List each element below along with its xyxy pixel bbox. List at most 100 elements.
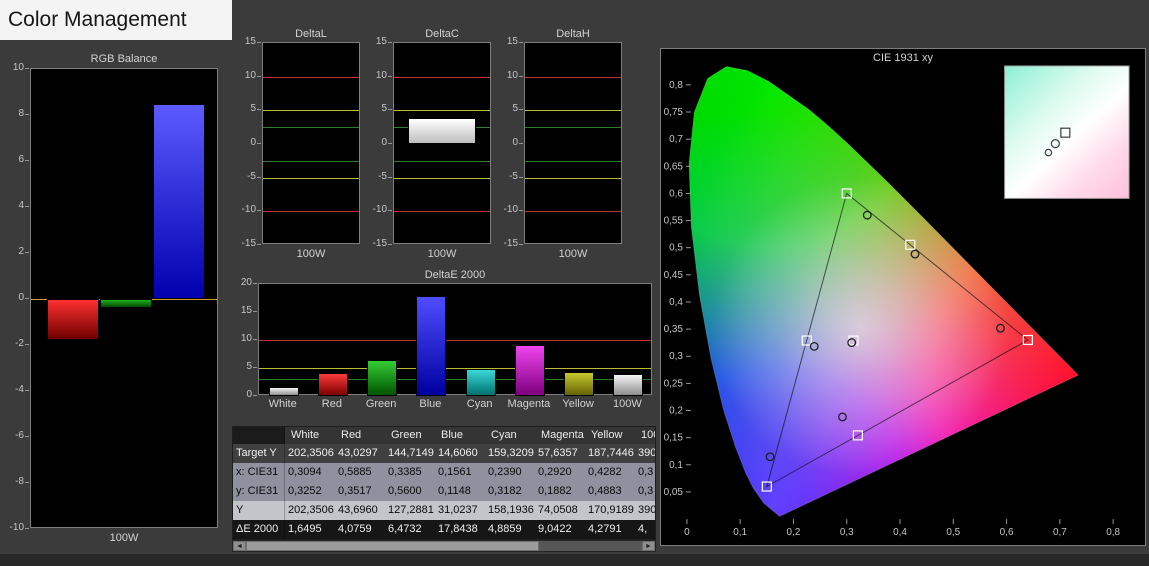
deltae-x-label-white: White <box>268 398 297 410</box>
delta-y-tick-dash <box>519 75 523 77</box>
scrollbar-track[interactable] <box>246 541 642 551</box>
cie-diagram-panel: CIE 1931 xy 0 0,1 0,2 0,3 0,4 0,5 0,6 0,… <box>660 48 1146 546</box>
table-cell[interactable]: 0,3252 <box>285 482 335 501</box>
table-cell[interactable]: 170,9189 <box>585 501 635 520</box>
deltae-bar-yellow <box>564 372 594 396</box>
column-header: 100W <box>641 429 655 441</box>
table-cell[interactable]: 4,2791 <box>585 520 635 539</box>
table-cell[interactable]: 0,4282 <box>585 463 635 482</box>
table-cell[interactable]: 74,0508 <box>535 501 585 520</box>
measurements-table: White Red Green Blue Cyan Magenta Yellow 100W Ta… <box>232 426 656 540</box>
delta-y-tick-label: 0 <box>512 137 518 148</box>
table-cell[interactable]: 4,0759 <box>335 520 385 539</box>
delta-y-tick-label: 5 <box>250 103 256 115</box>
table-cell[interactable]: 0,3 <box>635 463 655 482</box>
table-cell[interactable]: 0,4883 <box>585 482 635 501</box>
rgb-y-tick-label: 0 <box>18 292 24 303</box>
table-cell[interactable]: 4,8859 <box>485 520 535 539</box>
scrollbar-thumb[interactable] <box>246 541 540 551</box>
color-management-window: Color Management RGB Balance 100W DeltaL… <box>0 0 1149 566</box>
table-cell[interactable]: 0,5885 <box>335 463 385 482</box>
deltah-x-label: 100W <box>558 248 588 260</box>
deltae-x-label-red: Red <box>321 398 342 410</box>
delta-y-tick-dash <box>257 109 261 111</box>
table-cell[interactable]: 17,8438 <box>435 520 485 539</box>
cie-y-tick-label: 0,5 <box>669 243 683 254</box>
rgb-y-tick-dash <box>25 436 29 437</box>
table-cell[interactable]: 202,3506 <box>285 444 335 463</box>
table-cell[interactable]: 0,5600 <box>385 482 435 501</box>
rgb-y-tick-dash <box>25 160 29 161</box>
deltae-y-tick-dash <box>253 311 257 312</box>
cie-y-tick-label: 0,2 <box>669 406 683 417</box>
table-cell[interactable]: 0,1148 <box>435 482 485 501</box>
rgb-y-tick-label: 8 <box>18 108 24 119</box>
delta-y-tick-label: 15 <box>506 36 518 47</box>
reference-line--5 <box>525 177 621 179</box>
deltah-plot <box>524 42 622 244</box>
table-cell[interactable]: 0,3182 <box>485 482 535 501</box>
cie-y-tick-label: 0,6 <box>669 188 683 199</box>
table-cell[interactable]: 159,3209 <box>485 444 535 463</box>
reference-line-5 <box>263 110 359 112</box>
delta-y-tick-dash <box>519 244 523 245</box>
table-cell[interactable]: 202,3506 <box>285 501 335 520</box>
table-cell[interactable]: 6,4732 <box>385 520 435 539</box>
table-cell[interactable]: 0,3094 <box>285 463 335 482</box>
table-cell[interactable]: 0,1561 <box>435 463 485 482</box>
deltae-y-tick-label: 15 <box>240 305 252 316</box>
delta-y-tick-dash <box>519 109 523 111</box>
row-label: Y <box>233 501 285 520</box>
delta-y-tick-label: -15 <box>241 238 256 249</box>
column-header: Magenta <box>541 429 584 441</box>
reference-line-2.5 <box>263 127 359 129</box>
table-cell[interactable]: 0,3 <box>635 482 655 501</box>
delta-y-tick-label: -10 <box>503 204 518 216</box>
table-cell[interactable]: 43,0297 <box>335 444 385 463</box>
table-cell[interactable]: 0,2920 <box>535 463 585 482</box>
delta-y-tick-dash <box>257 244 261 245</box>
table-row[interactable]: Target Y 202,3506 43,0297 144,7149 14,6060 15… <box>233 444 655 463</box>
table-row[interactable]: ΔE 2000 1,6495 4,0759 6,4732 17,8438 4,8859 9,… <box>233 520 655 539</box>
table-cell[interactable]: 9,0422 <box>535 520 585 539</box>
table-cell[interactable]: 57,6357 <box>535 444 585 463</box>
table-cell[interactable]: 4, <box>635 520 655 539</box>
table-cell[interactable]: 0,3385 <box>385 463 435 482</box>
table-cell[interactable]: 31,0237 <box>435 501 485 520</box>
table-cell[interactable]: 127,2881 <box>385 501 435 520</box>
cie-x-tick-label: 0,5 <box>946 527 960 538</box>
cie-diagram: 0 0,1 0,2 0,3 0,4 0,5 0,6 0,7 0,8 0,8 0,75 0,7 0,65 0… <box>664 65 1130 538</box>
table-cell[interactable]: 390 <box>635 501 655 520</box>
table-row[interactable]: x: CIE31 0,3094 0,5885 0,3385 0,1561 0,2390 0,… <box>233 463 655 482</box>
deltae-y-tick-label: 10 <box>240 333 252 344</box>
deltae-bar-white <box>268 386 299 396</box>
rgb-y-tick-label: 4 <box>18 200 24 211</box>
table-cell[interactable]: 144,7149 <box>385 444 435 463</box>
table-cell[interactable]: 14,6060 <box>435 444 485 463</box>
table-cell[interactable]: 187,7446 <box>585 444 635 463</box>
page-title: Color Management <box>0 0 232 40</box>
rgb-bar-blue <box>153 103 205 299</box>
table-horizontal-scrollbar[interactable]: ◄ ► <box>232 540 656 552</box>
delta-y-tick-dash <box>388 210 392 212</box>
deltal-plot <box>262 42 360 244</box>
table-cell[interactable]: 43,6960 <box>335 501 385 520</box>
scroll-left-arrow-icon[interactable]: ◄ <box>233 541 246 551</box>
scroll-right-arrow-icon[interactable]: ► <box>642 541 655 551</box>
table-cell[interactable]: 158,1936 <box>485 501 535 520</box>
table-cell[interactable]: 390 <box>635 444 655 463</box>
delta-y-tick-dash <box>519 176 523 178</box>
table-cell[interactable]: 1,6495 <box>285 520 335 539</box>
cie-y-tick-label: 0,35 <box>664 324 684 335</box>
table-cell[interactable]: 0,2390 <box>485 463 535 482</box>
deltae-x-label-blue: Blue <box>419 398 442 410</box>
reference-line-10 <box>263 76 359 78</box>
delta-y-tick-label: -15 <box>372 238 387 249</box>
table-row[interactable]: Y 202,3506 43,6960 127,2881 31,0237 158,1936 7… <box>233 501 655 520</box>
table-row[interactable]: y: CIE31 0,3252 0,3517 0,5600 0,1148 0,3182 0,… <box>233 482 655 501</box>
delta-y-tick-dash <box>257 143 261 144</box>
rgb-y-tick-dash <box>25 298 29 299</box>
cie-y-tick-label: 0,4 <box>669 297 683 308</box>
table-cell[interactable]: 0,3517 <box>335 482 385 501</box>
table-cell[interactable]: 0,1882 <box>535 482 585 501</box>
